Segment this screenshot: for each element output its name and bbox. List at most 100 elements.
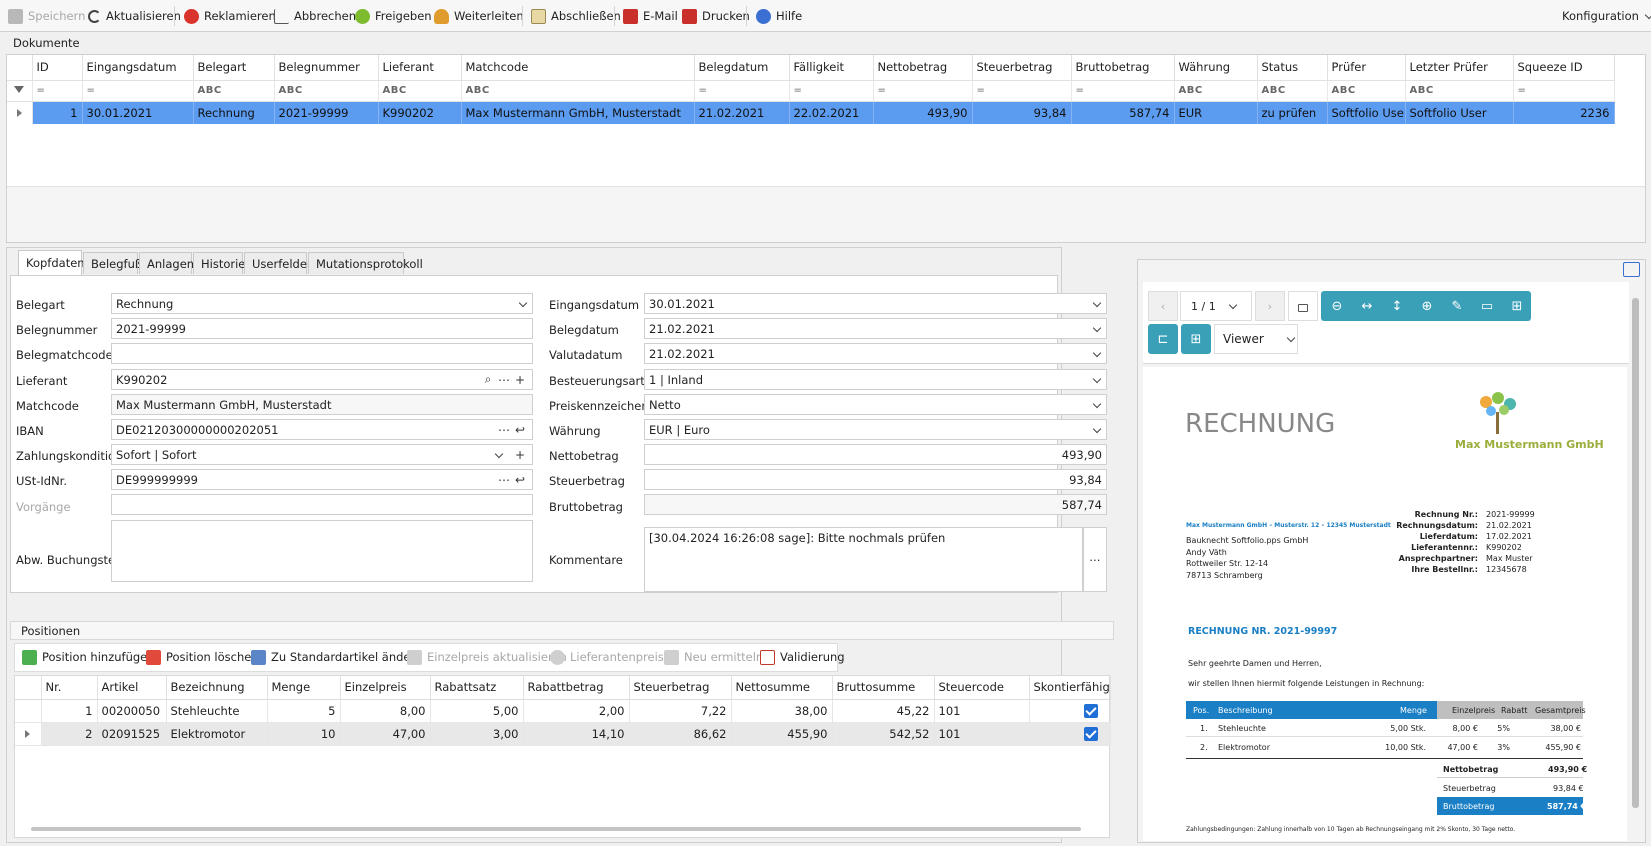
position-row[interactable]: 2 02091525 Elektromotor 10 47,00 3,00 14,10 86,… xyxy=(15,722,1111,746)
tab-userfelder[interactable]: Userfelder xyxy=(244,252,312,274)
column-header[interactable]: Nettobetrag xyxy=(873,55,973,81)
row-expand-icon[interactable] xyxy=(15,699,42,723)
validation-button[interactable]: Validierung xyxy=(756,645,849,669)
pen-icon[interactable]: ✎ xyxy=(1442,291,1472,321)
column-header[interactable]: Eingangsdatum xyxy=(82,55,194,81)
column-header[interactable]: Steuerbetrag xyxy=(972,55,1072,81)
column-filter[interactable]: = xyxy=(82,80,194,102)
column-filter[interactable]: ABC xyxy=(378,80,462,102)
email-button[interactable]: E-Mail xyxy=(619,4,682,28)
forward-button[interactable]: Weiterleiten xyxy=(430,4,528,28)
refresh-button[interactable]: Aktualisieren xyxy=(84,4,185,28)
window-toggle-icon[interactable] xyxy=(1623,262,1640,277)
help-button[interactable]: Hilfe xyxy=(752,4,806,28)
ustid-input[interactable]: DE999999999 ⋯ ↩ xyxy=(111,469,533,490)
configuration-menu[interactable]: Konfiguration xyxy=(1558,4,1651,28)
column-header[interactable]: Fälligkeit xyxy=(789,55,874,81)
tab-mutationsprotokoll[interactable]: Mutationsprotokoll xyxy=(308,252,423,274)
add-position-button[interactable]: Position hinzufügen xyxy=(18,645,159,669)
steuerbetrag-input[interactable]: 93,84 xyxy=(644,469,1107,490)
document-row-selected[interactable]: 1 30.01.2021 Rechnung 2021-99999 K990202 Max … xyxy=(7,101,1615,124)
tab-historie[interactable]: Historie xyxy=(193,252,245,274)
column-header[interactable]: Nettosumme xyxy=(731,676,833,700)
column-header[interactable]: Nr. xyxy=(41,676,98,700)
column-filter[interactable]: = xyxy=(873,80,973,102)
column-header[interactable]: Artikel xyxy=(97,676,167,700)
add-icon[interactable]: + xyxy=(512,448,528,462)
undo-icon[interactable]: ↩ xyxy=(512,423,528,437)
column-header[interactable]: Rabattbetrag xyxy=(523,676,630,700)
belegdatum-picker[interactable]: 21.02.2021 xyxy=(644,318,1107,339)
column-header[interactable]: ID xyxy=(32,55,83,81)
column-header[interactable]: Währung xyxy=(1174,55,1258,81)
more-icon[interactable]: ⋯ xyxy=(496,473,512,487)
zahlungskondition-select[interactable]: Sofort | Sofort + xyxy=(111,444,533,465)
fit-width-icon[interactable]: ↔ xyxy=(1352,291,1382,321)
chevron-down-icon[interactable] xyxy=(494,450,504,460)
column-filter[interactable]: ABC xyxy=(461,80,695,102)
belegmatchcode-input[interactable] xyxy=(111,343,533,364)
iban-input[interactable]: DE02120300000000202051 ⋯ ↩ xyxy=(111,419,533,440)
valutadatum-picker[interactable]: 21.02.2021 xyxy=(644,343,1107,364)
skontierfaehig-checkbox[interactable] xyxy=(1083,703,1098,718)
row-expand-icon[interactable] xyxy=(7,101,33,124)
belegnummer-input[interactable]: 2021-99999 xyxy=(111,318,533,339)
vorgaenge-input[interactable] xyxy=(111,494,533,515)
waehrung-select[interactable]: EUR | Euro xyxy=(644,419,1107,440)
add-box-icon[interactable]: ⊞ xyxy=(1502,291,1532,321)
column-header[interactable]: Belegnummer xyxy=(274,55,379,81)
column-filter[interactable]: ABC xyxy=(1257,80,1328,102)
column-filter[interactable]: ABC xyxy=(1405,80,1514,102)
column-header[interactable]: Status xyxy=(1257,55,1328,81)
column-header[interactable]: Lieferant xyxy=(378,55,462,81)
nettobetrag-input[interactable]: 493,90 xyxy=(644,444,1107,465)
column-header[interactable]: Einzelpreis xyxy=(340,676,431,700)
search-icon[interactable]: ⌕ xyxy=(480,372,496,387)
eingangsdatum-picker[interactable]: 30.01.2021 xyxy=(644,293,1107,314)
recalculate-button[interactable]: Neu ermitteln xyxy=(660,645,767,669)
row-expand-icon[interactable] xyxy=(15,722,42,746)
viewer-mode-select[interactable]: Viewer xyxy=(1214,324,1298,354)
add-icon[interactable]: + xyxy=(512,373,528,387)
column-filter[interactable]: = xyxy=(789,80,874,102)
undo-icon[interactable]: ↩ xyxy=(512,473,528,487)
viewer-scrollbar[interactable] xyxy=(1629,282,1642,840)
release-button[interactable]: Freigeben xyxy=(351,4,436,28)
change-standard-article-button[interactable]: Zu Standardartikel ändern xyxy=(247,645,426,669)
column-filter[interactable]: = xyxy=(972,80,1072,102)
zoom-out-icon[interactable]: ⊖ xyxy=(1322,291,1352,321)
column-filter[interactable]: ABC xyxy=(193,80,275,102)
lieferant-input[interactable]: K990202 ⌕ ⋯ + xyxy=(111,369,533,390)
besteuerungsart-select[interactable]: 1 | Inland xyxy=(644,369,1107,390)
column-filter[interactable]: ABC xyxy=(274,80,379,102)
column-filter[interactable]: = xyxy=(32,80,83,102)
text-box-icon[interactable]: ▭ xyxy=(1472,291,1502,321)
delete-position-button[interactable]: Position löschen xyxy=(142,645,263,669)
column-header[interactable]: Bruttosumme xyxy=(832,676,935,700)
complain-button[interactable]: Reklamieren xyxy=(180,4,280,28)
page-selector[interactable]: 1 / 1 xyxy=(1180,291,1252,321)
tab-belegfu[interactable]: Belegfuß xyxy=(83,252,142,274)
previous-page-button[interactable]: ‹ xyxy=(1148,291,1178,321)
stamp-button[interactable]: ⊏ xyxy=(1148,324,1178,354)
belegart-select[interactable]: Rechnung xyxy=(111,293,533,314)
kommentare-more-button[interactable]: ⋯ xyxy=(1083,527,1107,592)
column-header[interactable]: Belegart xyxy=(193,55,275,81)
column-filter[interactable]: ABC xyxy=(1327,80,1406,102)
skontierfaehig-checkbox[interactable] xyxy=(1083,726,1098,741)
column-header[interactable]: Prüfer xyxy=(1327,55,1406,81)
column-filter[interactable]: ABC xyxy=(1174,80,1258,102)
tab-kopfdaten[interactable]: Kopfdaten xyxy=(18,250,85,275)
column-filter[interactable]: = xyxy=(1071,80,1175,102)
more-icon[interactable]: ⋯ xyxy=(496,373,512,387)
abort-button[interactable]: Abbrechen xyxy=(270,4,360,28)
save-button[interactable]: Speichern xyxy=(4,4,89,28)
grid-button[interactable]: ⊞ xyxy=(1181,324,1211,354)
filter-icon[interactable] xyxy=(7,80,33,102)
tab-anlagen[interactable]: Anlagen xyxy=(139,252,194,274)
lock-button[interactable] xyxy=(1288,291,1318,321)
column-header[interactable]: Steuerbetrag xyxy=(629,676,732,700)
column-header[interactable]: Menge xyxy=(267,676,341,700)
more-icon[interactable]: ⋯ xyxy=(496,423,512,437)
position-row[interactable]: 1 00200050 Stehleuchte 5 8,00 5,00 2,00 7,22 38,… xyxy=(15,699,1111,723)
